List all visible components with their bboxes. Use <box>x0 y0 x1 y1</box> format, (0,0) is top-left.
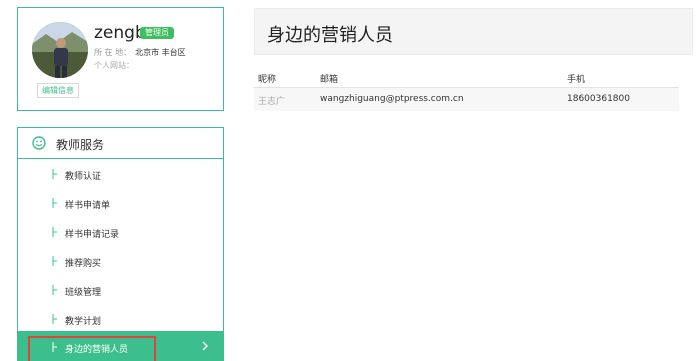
menu-item-label: 班级管理 <box>65 288 102 298</box>
menu-item-teaching-plan[interactable]: 教学计划 <box>18 305 223 334</box>
menu-item-label: 身边的营销人员 <box>65 345 129 355</box>
username: zengb <box>94 23 146 43</box>
avatar[interactable] <box>32 22 88 78</box>
location-label: 所 在 地： <box>94 48 132 57</box>
panel-title: 教师服务 <box>56 138 105 152</box>
branch-icon <box>52 314 57 324</box>
branch-icon <box>52 169 57 179</box>
branch-icon <box>52 342 57 352</box>
cell-email: wangzhiguang@ptpress.com.cn <box>320 94 464 104</box>
branch-icon <box>52 198 57 208</box>
role-badge: 管理员 <box>140 27 174 39</box>
panel-header: 教师服务 <box>18 128 223 159</box>
location-row: 所 在 地： 北京市 丰台区 <box>94 47 186 58</box>
smile-icon <box>32 136 46 150</box>
menu-item-nearby-sales[interactable]: 身边的营销人员 <box>18 331 223 361</box>
menu-item-teacher-certification[interactable]: 教师认证 <box>18 160 223 189</box>
branch-icon <box>52 256 57 266</box>
column-header-nickname: 昵称 <box>258 75 277 85</box>
table-row: 王志广 wangzhiguang@ptpress.com.cn 18600361… <box>254 88 679 111</box>
menu-item-label: 样书申请记录 <box>65 230 120 240</box>
sales-contact-table: 昵称 邮箱 手机 王志广 wangzhiguang@ptpress.com.cn… <box>254 66 679 111</box>
branch-icon <box>52 227 57 237</box>
location-value: 北京市 丰台区 <box>135 48 186 57</box>
chevron-right-icon <box>202 341 208 351</box>
profile-card: zengb 管理员 所 在 地： 北京市 丰台区 个人网站： 编辑信息 <box>17 7 224 111</box>
menu-item-label: 教学计划 <box>65 317 102 327</box>
website-label: 个人网站： <box>94 61 134 70</box>
cell-nickname: 王志广 <box>258 97 286 107</box>
menu-item-label: 推荐购买 <box>65 259 102 269</box>
menu-item-recommend-purchase[interactable]: 推荐购买 <box>18 247 223 276</box>
menu-item-label: 教师认证 <box>65 172 102 182</box>
branch-icon <box>52 285 57 295</box>
page-title: 身边的营销人员 <box>267 25 393 46</box>
menu-item-label: 样书申请单 <box>65 201 111 211</box>
teacher-services-panel: 教师服务 教师认证 样书申请单 样书申请记录 推荐购买 班级管理 教学计划 身边… <box>17 127 224 361</box>
table-header-row: 昵称 邮箱 手机 <box>254 66 679 88</box>
column-header-phone: 手机 <box>567 75 586 85</box>
cell-phone: 18600361800 <box>567 94 630 104</box>
column-header-email: 邮箱 <box>320 75 339 85</box>
menu-item-sample-book-request[interactable]: 样书申请单 <box>18 189 223 218</box>
menu-item-class-management[interactable]: 班级管理 <box>18 276 223 305</box>
page-header: 身边的营销人员 <box>254 8 693 55</box>
edit-profile-button[interactable]: 编辑信息 <box>37 83 79 98</box>
menu-item-sample-book-history[interactable]: 样书申请记录 <box>18 218 223 247</box>
